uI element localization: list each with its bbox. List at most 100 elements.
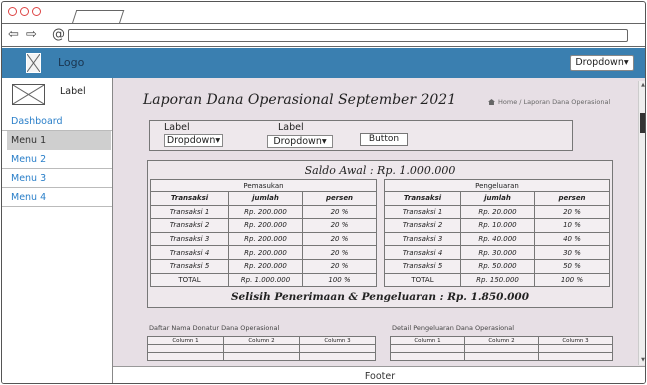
table-header: Column 1 (147, 336, 224, 345)
table-header: Transaksi (384, 191, 461, 206)
breadcrumb: Home / Laporan Dana Operasional (488, 98, 610, 106)
table-header: Column 3 (299, 336, 376, 345)
table-cell: 20 % (302, 231, 377, 247)
table-row: Transaksi 3 Rp. 200.000 20 % (150, 231, 377, 247)
table-cell: TOTAL (384, 272, 461, 288)
table-header: persen (534, 191, 610, 206)
table-cell: Rp. 200.000 (228, 218, 303, 233)
minimize-window-icon[interactable] (20, 7, 29, 16)
sidebar-label: Label (60, 86, 86, 97)
sidebar-item-dashboard[interactable]: Dashboard (2, 112, 112, 131)
filter-dropdown-1-label: Dropdown (166, 135, 216, 146)
sidebar-image-placeholder (12, 84, 45, 105)
table-cell: Rp. 20.000 (460, 204, 535, 220)
sidebar-item-menu-4[interactable]: Menu 4 (2, 188, 112, 207)
table-row: Transaksi 1 Rp. 200.000 20 % (150, 204, 377, 220)
forward-arrow-icon[interactable]: ⇨ (26, 27, 37, 43)
table-row: Transaksi 4 Rp. 30.000 30 % (384, 245, 610, 260)
scroll-down-icon[interactable]: ▼ (639, 357, 645, 363)
table-cell: Rp. 40.000 (460, 231, 535, 247)
donatur-section-title: Daftar Nama Donatur Dana Operasional (149, 324, 280, 332)
table-cell: 100 % (534, 272, 610, 288)
page-title: Laporan Dana Operasional September 2021 (143, 92, 457, 108)
table-cell: Rp. 30.000 (460, 245, 535, 260)
filter-button[interactable]: Button (360, 133, 408, 146)
header-dropdown[interactable]: Dropdown▾ (570, 55, 634, 71)
table-cell: 100 % (302, 272, 377, 288)
table-row: Transaksi 4 Rp. 200.000 20 % (150, 245, 377, 260)
browser-titlebar (2, 2, 645, 24)
pengeluaran-title: Pengeluaran (384, 179, 610, 192)
table-header: persen (302, 191, 377, 206)
table-cell: 20 % (302, 258, 377, 274)
browser-tab[interactable] (71, 10, 125, 24)
table-cell: Rp. 200.000 (228, 231, 303, 247)
table-row (390, 344, 613, 353)
vertical-scrollbar[interactable]: ▲ ▼ (638, 81, 645, 365)
table-cell: Transaksi 5 (384, 258, 461, 274)
table-cell: Rp. 150.000 (460, 272, 535, 288)
sidebar-item-menu-3[interactable]: Menu 3 (2, 169, 112, 188)
table-row (390, 352, 613, 361)
table-cell: Rp. 1.000.000 (228, 272, 303, 288)
table-cell: 20 % (302, 218, 377, 233)
filter-dropdown-1[interactable]: Dropdown▾ (164, 134, 223, 147)
table-cell: 20 % (302, 204, 377, 220)
reload-icon[interactable]: @ (52, 27, 65, 43)
table-cell: Rp. 200.000 (228, 258, 303, 274)
table-cell: TOTAL (150, 272, 229, 288)
sidebar-item-menu-2[interactable]: Menu 2 (2, 150, 112, 169)
table-header: jumlah (460, 191, 535, 206)
url-input[interactable] (68, 29, 628, 42)
logo-image-placeholder (26, 53, 41, 73)
table-cell: Transaksi 3 (384, 231, 461, 247)
table-header: Column 2 (464, 336, 539, 345)
breadcrumb-home[interactable]: Home (498, 98, 517, 106)
table-header: Transaksi (150, 191, 229, 206)
main-content: Laporan Dana Operasional September 2021 … (113, 78, 645, 366)
detail-section-title: Detail Pengeluaran Dana Operasional (392, 324, 515, 332)
financial-report: Saldo Awal : Rp. 1.000.000 Pemasukan Tra… (147, 160, 613, 308)
breadcrumb-current: Laporan Dana Operasional (523, 98, 611, 106)
filter-dropdown-2[interactable]: Dropdown▾ (267, 135, 333, 148)
table-cell: Rp. 200.000 (228, 245, 303, 260)
pemasukan-table: Pemasukan Transaksi jumlah persen Transa… (150, 179, 377, 288)
table-cell: 20 % (534, 204, 610, 220)
filter-label-2: Label (278, 122, 304, 133)
close-window-icon[interactable] (8, 7, 17, 16)
scroll-up-icon[interactable]: ▲ (639, 82, 645, 88)
table-cell: Transaksi 2 (384, 218, 461, 233)
back-arrow-icon[interactable]: ⇦ (8, 27, 19, 43)
chevron-down-icon: ▾ (215, 135, 221, 146)
table-cell: Transaksi 1 (150, 204, 229, 220)
home-icon (488, 99, 495, 105)
table-cell: Transaksi 2 (150, 218, 229, 233)
donatur-table: Column 1 Column 2 Column 3 (147, 336, 376, 361)
table-header: Column 1 (390, 336, 465, 345)
logo-text: Logo (58, 56, 85, 69)
filter-panel: Label Dropdown▾ Label Dropdown▾ Button (149, 120, 573, 151)
table-row: Transaksi 2 Rp. 200.000 20 % (150, 218, 377, 233)
chevron-down-icon: ▾ (623, 57, 629, 68)
table-row: Transaksi 5 Rp. 200.000 20 % (150, 258, 377, 274)
filter-label-1: Label (164, 122, 190, 133)
sidebar: Label Dashboard Menu 1 Menu 2 Menu 3 Men… (2, 78, 113, 383)
maximize-window-icon[interactable] (32, 7, 41, 16)
table-cell: 20 % (302, 245, 377, 260)
header-dropdown-label: Dropdown (575, 57, 624, 68)
table-cell: 30 % (534, 245, 610, 260)
saldo-awal: Saldo Awal : Rp. 1.000.000 (304, 164, 456, 177)
table-total-row: TOTAL Rp. 150.000 100 % (384, 272, 610, 288)
table-cell: Transaksi 1 (384, 204, 461, 220)
table-header: jumlah (228, 191, 303, 206)
scrollbar-thumb[interactable] (640, 113, 645, 133)
pemasukan-title: Pemasukan (150, 179, 377, 192)
table-cell: Rp. 200.000 (228, 204, 303, 220)
table-cell: Transaksi 4 (150, 245, 229, 260)
table-cell: 40 % (534, 231, 610, 247)
table-total-row: TOTAL Rp. 1.000.000 100 % (150, 272, 377, 288)
table-cell: Rp. 10.000 (460, 218, 535, 233)
table-row: Transaksi 5 Rp. 50.000 50 % (384, 258, 610, 274)
sidebar-item-menu-1[interactable]: Menu 1 (7, 131, 111, 150)
table-row (147, 344, 376, 353)
